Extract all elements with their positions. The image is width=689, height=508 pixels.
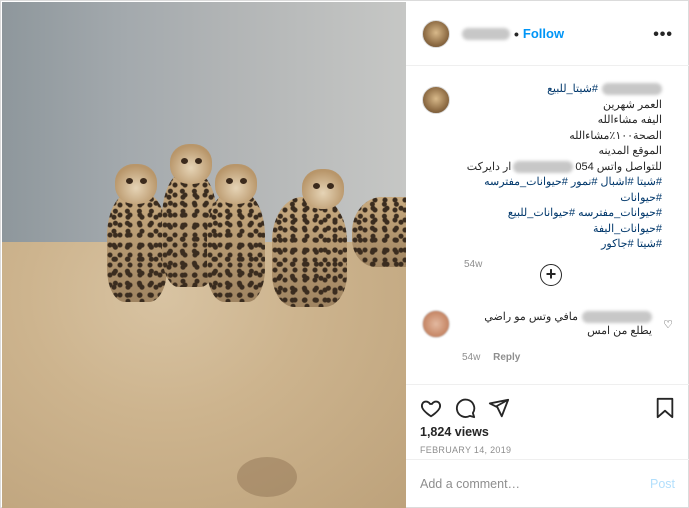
load-more-comments-icon[interactable]: + [540, 264, 562, 286]
post-header: • Follow ••• [406, 2, 689, 66]
add-comment-bar: Post [406, 459, 689, 508]
separator-dot: • [514, 25, 519, 42]
caption-hashtags[interactable]: #حيوانات_مفترسه #حيوانات_للبيع #حيوانات_… [462, 206, 662, 237]
caption-line: العمر شهرين [603, 98, 662, 111]
cheetah-cub [272, 169, 347, 307]
caption-timestamp[interactable]: 54w [464, 259, 673, 270]
reply-button[interactable]: Reply [493, 352, 520, 363]
comment-meta: 54w Reply [462, 352, 520, 363]
follow-button[interactable]: Follow [523, 26, 564, 41]
caption-line: الموقع المدينه [598, 145, 662, 157]
comment-input[interactable] [420, 477, 650, 491]
cheetah-cub [352, 197, 406, 267]
more-options-icon[interactable]: ••• [653, 26, 673, 44]
share-icon[interactable] [488, 397, 510, 419]
caption-line: ار دايركت [466, 160, 512, 173]
comment-item: مافي وتس مو راضي يطلع من امس ♡ [422, 310, 673, 338]
caption-line: الصحة١٠٠٪مشاءالله [569, 129, 662, 142]
caption-text: #شيتا_للبيع العمر شهرين اليفه مشاءالله ا… [462, 82, 662, 253]
save-icon[interactable] [655, 397, 675, 419]
avatar[interactable] [422, 86, 450, 114]
comment-text: مافي وتس مو راضي يطلع من امس [462, 310, 652, 338]
post-window: • Follow ••• #شيتا_للبيع العمر شهرين الي… [0, 0, 689, 508]
caption-line: اليفه مشاءالله [597, 114, 662, 126]
cheetah-cub [107, 164, 167, 302]
phone-redacted [513, 160, 574, 173]
post-video[interactable] [2, 2, 406, 508]
cheetah-cub [207, 164, 265, 302]
username-redacted[interactable] [602, 83, 662, 96]
post-button[interactable]: Post [650, 477, 675, 491]
comment-icon[interactable] [454, 397, 476, 419]
caption-hashtags[interactable]: #شيتا #جاكور [462, 237, 662, 253]
views-count[interactable]: 1,824 views [420, 425, 675, 439]
post-date[interactable]: FEBRUARY 14, 2019 [420, 445, 675, 455]
username-redacted[interactable] [462, 27, 510, 40]
action-bar: 1,824 views FEBRUARY 14, 2019 [406, 384, 689, 459]
like-comment-icon[interactable]: ♡ [663, 318, 673, 331]
comments-panel: #شيتا_للبيع العمر شهرين اليفه مشاءالله ا… [406, 66, 689, 384]
caption-line[interactable]: #شيتا_للبيع [547, 83, 598, 95]
comment-timestamp[interactable]: 54w [462, 352, 480, 363]
caption-hashtags[interactable]: #شيتا #اشبال #نمور #حيوانات_مفترسه #حيوا… [462, 175, 662, 206]
username-redacted[interactable] [582, 311, 652, 324]
caption: #شيتا_للبيع العمر شهرين اليفه مشاءالله ا… [422, 82, 673, 253]
avatar[interactable] [422, 19, 450, 48]
like-icon[interactable] [420, 397, 442, 419]
avatar[interactable] [422, 310, 450, 338]
caption-line: للتواصل واتس 054 [575, 160, 662, 173]
floor-stain [237, 457, 297, 497]
